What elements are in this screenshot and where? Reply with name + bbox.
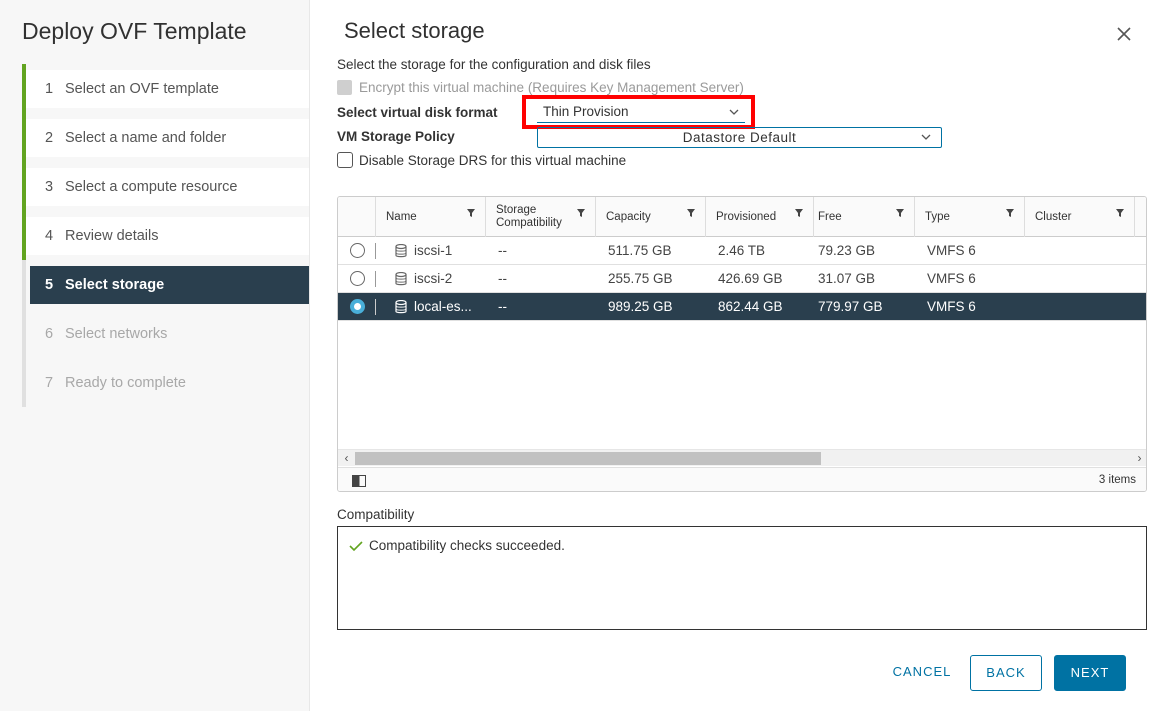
column-header-free[interactable]: Free [814,197,915,237]
datastore-icon [395,243,407,261]
datastore-icon [395,299,407,317]
cell-name: local-es... [414,299,472,314]
storage-policy-select[interactable]: Datastore Default [537,127,942,148]
cell-compat: -- [498,243,507,258]
filter-icon[interactable] [1005,208,1015,222]
wizard-nav: Deploy OVF Template 1 Select an OVF temp… [0,0,310,711]
step-review-details[interactable]: 4 Review details [22,211,309,260]
storage-policy-value: Datastore Default [682,130,797,145]
filter-icon[interactable] [895,208,905,222]
column-header-capacity[interactable]: Capacity [596,197,706,237]
datastore-grid: Name Storage Compatibility Capacity Prov… [337,196,1147,492]
cell-name: iscsi-1 [414,243,453,258]
row-radio[interactable] [350,243,365,258]
step-select-storage[interactable]: 5 Select storage [22,260,309,309]
cancel-button[interactable]: CANCEL [882,655,962,691]
cell-name: iscsi-2 [414,271,453,286]
scroll-left-icon[interactable]: ‹ [338,450,355,467]
cell-provisioned: 862.44 GB [718,299,783,314]
cell-capacity: 511.75 GB [608,243,672,258]
wizard-steps: 1 Select an OVF template 2 Select a name… [22,64,309,413]
filter-icon[interactable] [466,208,476,222]
grid-header: Name Storage Compatibility Capacity Prov… [338,197,1146,237]
column-header-provisioned[interactable]: Provisioned [706,197,814,237]
disable-drs-row[interactable]: Disable Storage DRS for this virtual mac… [337,152,626,168]
cell-compat: -- [498,271,507,286]
column-header-storage-compatibility[interactable]: Storage Compatibility [486,197,596,237]
filter-icon[interactable] [576,208,586,222]
step-select-networks: 6 Select networks [22,309,309,358]
table-row[interactable]: iscsi-2 -- 255.75 GB 426.69 GB 31.07 GB … [338,265,1146,293]
step-label: Select networks [65,326,168,342]
wizard-title: Deploy OVF Template [22,18,247,44]
compatibility-panel: Compatibility checks succeeded. [337,526,1147,630]
step-label: Select storage [65,277,165,293]
check-icon [349,539,363,557]
cell-capacity: 989.25 GB [608,299,673,314]
encrypt-vm-checkbox-row: Encrypt this virtual machine (Requires K… [337,80,744,95]
chevron-down-icon [921,128,931,147]
cell-type: VMFS 6 [927,271,976,286]
page-title: Select storage [344,18,485,43]
horizontal-scrollbar[interactable]: ‹ › [338,449,1146,467]
encrypt-vm-label: Encrypt this virtual machine (Requires K… [359,80,744,95]
datastore-icon [395,271,407,289]
disable-drs-label: Disable Storage DRS for this virtual mac… [359,152,627,168]
header-select-column [338,197,376,237]
table-row-selected[interactable]: local-es... -- 989.25 GB 862.44 GB 779.9… [338,293,1146,321]
column-toggle-icon[interactable] [352,474,366,491]
column-header-name[interactable]: Name [376,197,486,237]
next-button[interactable]: NEXT [1054,655,1126,691]
close-icon[interactable] [1114,24,1134,44]
column-header-type[interactable]: Type [915,197,1025,237]
row-radio[interactable] [350,271,365,286]
step-label: Select an OVF template [65,81,219,97]
cell-provisioned: 426.69 GB [718,271,783,286]
cell-provisioned: 2.46 TB [718,243,766,258]
encrypt-vm-checkbox [337,80,352,95]
cell-compat: -- [498,299,507,314]
cell-type: VMFS 6 [927,299,976,314]
cell-capacity: 255.75 GB [608,271,673,286]
highlight-box [522,95,755,129]
item-count: 3 items [1098,474,1136,486]
step-label: Ready to complete [65,375,186,391]
step-label: Select a compute resource [65,179,238,195]
compatibility-label: Compatibility [337,507,415,522]
row-radio[interactable] [350,299,365,314]
page-subtitle: Select the storage for the configuration… [337,57,651,72]
step-select-name-folder[interactable]: 2 Select a name and folder [22,113,309,162]
filter-icon[interactable] [794,208,804,222]
cell-free: 31.07 GB [818,271,876,286]
scroll-right-icon[interactable]: › [1131,450,1146,467]
step-ready-to-complete: 7 Ready to complete [22,358,309,407]
table-row[interactable]: iscsi-1 -- 511.75 GB 2.46 TB 79.23 GB VM… [338,237,1146,265]
step-select-ovf-template[interactable]: 1 Select an OVF template [22,64,309,113]
storage-policy-label: VM Storage Policy [337,129,455,144]
wizard-content: Select storage Select the storage for th… [310,0,1149,711]
disable-drs-checkbox[interactable] [337,152,353,168]
filter-icon[interactable] [1115,208,1125,222]
cell-free: 79.23 GB [818,243,876,258]
filter-icon[interactable] [686,208,696,222]
column-header-cluster[interactable]: Cluster [1025,197,1135,237]
step-label: Review details [65,228,159,244]
cell-type: VMFS 6 [927,243,976,258]
scrollbar-thumb[interactable] [355,452,821,465]
back-button[interactable]: BACK [970,655,1042,691]
compatibility-message: Compatibility checks succeeded. [369,538,565,553]
step-label: Select a name and folder [65,130,227,146]
cell-free: 779.97 GB [818,299,883,314]
grid-footer: 3 items [338,467,1146,491]
step-select-compute-resource[interactable]: 3 Select a compute resource [22,162,309,211]
disk-format-label: Select virtual disk format [337,105,498,120]
